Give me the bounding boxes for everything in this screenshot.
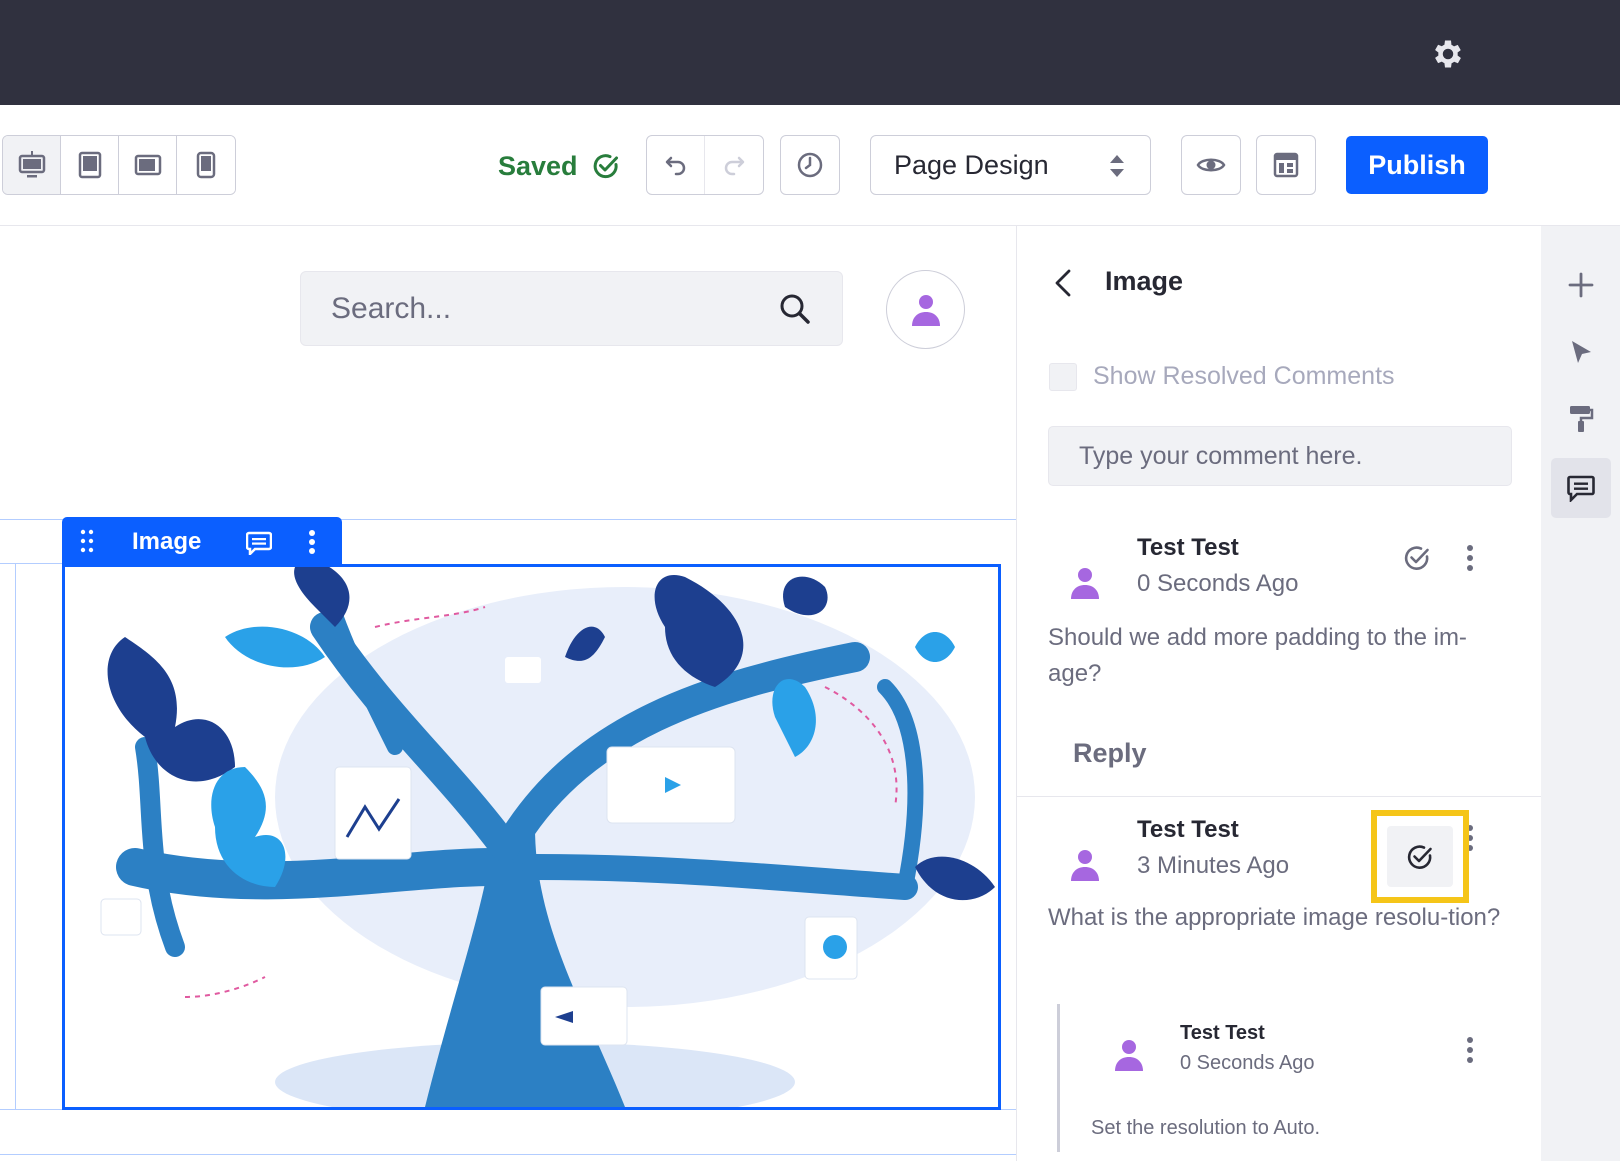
- mobile-view-button[interactable]: [177, 136, 235, 194]
- landscape-icon: [134, 154, 161, 176]
- top-bar: [0, 0, 1620, 105]
- comment-input[interactable]: Type your comment here.: [1048, 426, 1512, 486]
- reply-author: Test Test: [1180, 1022, 1265, 1044]
- undo-button[interactable]: [647, 136, 706, 194]
- comment-icon[interactable]: [246, 531, 272, 555]
- gear-icon[interactable]: [1430, 36, 1466, 72]
- browser-button[interactable]: [1551, 322, 1611, 382]
- desktop-view-button[interactable]: [3, 136, 61, 194]
- redo-icon: [724, 156, 745, 176]
- comment-options-button[interactable]: [1460, 538, 1480, 578]
- landscape-view-button[interactable]: [119, 136, 177, 194]
- reply-button[interactable]: Reply: [1073, 738, 1147, 769]
- user-icon: [1115, 1040, 1143, 1071]
- show-resolved-label: Show Resolved Comments: [1093, 362, 1395, 390]
- show-resolved-checkbox[interactable]: [1049, 362, 1077, 391]
- eye-icon: [1196, 158, 1226, 172]
- tablet-icon: [78, 151, 101, 179]
- reply-options-button[interactable]: [1460, 1030, 1480, 1070]
- add-fragment-button[interactable]: [1551, 255, 1611, 315]
- cursor-icon: [1572, 341, 1591, 363]
- preview-button[interactable]: [1181, 135, 1241, 195]
- device-selector: [2, 135, 236, 195]
- reply-body: Set the resolution to Auto.: [1091, 1117, 1321, 1139]
- comment-body: Should we add more padding to the im-age…: [1048, 624, 1467, 687]
- kebab-icon: [1467, 1037, 1473, 1063]
- page-structure-button[interactable]: [1256, 135, 1316, 195]
- kebab-icon[interactable]: [308, 529, 316, 555]
- kebab-icon: [1467, 545, 1473, 571]
- page-design-select[interactable]: Page Design: [870, 135, 1151, 195]
- comment-divider: [1017, 796, 1542, 797]
- search-icon[interactable]: [778, 292, 812, 326]
- user-icon: [1071, 850, 1099, 881]
- comment-body: What is the appropriate image resolu-tio…: [1048, 904, 1501, 931]
- paint-roller-icon: [1570, 406, 1594, 432]
- user-avatar[interactable]: [886, 270, 965, 349]
- search-bar[interactable]: Search...: [300, 271, 843, 346]
- comment-author: Test Test: [1137, 816, 1239, 843]
- comments-panel: Image Show Resolved Comments Type your c…: [1016, 226, 1542, 1161]
- row-guide: [0, 1154, 1016, 1155]
- show-resolved-toggle[interactable]: Show Resolved Comments: [1049, 362, 1395, 391]
- editor-toolbar: Saved Page Design Publish: [0, 105, 1620, 226]
- redo-button[interactable]: [705, 136, 763, 194]
- history-button[interactable]: [780, 135, 840, 195]
- comments-icon: [1567, 475, 1595, 502]
- comments-button[interactable]: [1551, 458, 1611, 518]
- tree-illustration: [100, 567, 995, 1107]
- check-circle-icon: [1407, 844, 1432, 869]
- undo-redo-group: [646, 135, 764, 195]
- check-circle-icon: [1404, 546, 1429, 570]
- page-structure-icon: [1273, 152, 1299, 178]
- fragment-topper[interactable]: Image: [62, 517, 342, 568]
- resolve-highlight: [1371, 810, 1469, 903]
- page-canvas: Search... Image: [0, 226, 1016, 1161]
- panel-title: Image: [1105, 266, 1184, 296]
- tablet-view-button[interactable]: [61, 136, 119, 194]
- saved-label: Saved: [498, 150, 578, 181]
- plus-icon: [1568, 272, 1594, 298]
- sidebar-rail: [1541, 226, 1620, 1161]
- comment-time: 3 Minutes Ago: [1137, 852, 1290, 879]
- column-guide: [15, 563, 16, 1109]
- saved-status: Saved: [498, 149, 620, 183]
- page-design-options-button[interactable]: [1551, 389, 1611, 449]
- check-circle-icon: [593, 154, 618, 179]
- drag-icon[interactable]: [80, 529, 94, 553]
- mobile-icon: [196, 151, 216, 179]
- image-fragment[interactable]: [62, 564, 1001, 1110]
- reply-thread-line: [1057, 1004, 1060, 1152]
- desktop-icon: [18, 151, 45, 178]
- page-design-label: Page Design: [894, 149, 1049, 180]
- resolve-button[interactable]: [1397, 538, 1437, 578]
- comment-author: Test Test: [1137, 534, 1239, 561]
- row-guide: [0, 563, 62, 564]
- publish-button[interactable]: Publish: [1346, 136, 1488, 194]
- undo-icon: [665, 156, 685, 176]
- user-icon: [911, 294, 940, 326]
- resolve-button[interactable]: [1387, 826, 1453, 887]
- comment-placeholder: Type your comment here.: [1079, 441, 1363, 470]
- fragment-label: Image: [132, 528, 202, 555]
- history-icon: [797, 152, 823, 178]
- chevron-left-icon[interactable]: [1053, 268, 1073, 298]
- caret-double-icon: [1110, 155, 1124, 177]
- user-icon: [1071, 568, 1099, 599]
- comment-time: 0 Seconds Ago: [1137, 570, 1299, 597]
- search-placeholder: Search...: [331, 291, 452, 325]
- reply-time: 0 Seconds Ago: [1180, 1052, 1315, 1074]
